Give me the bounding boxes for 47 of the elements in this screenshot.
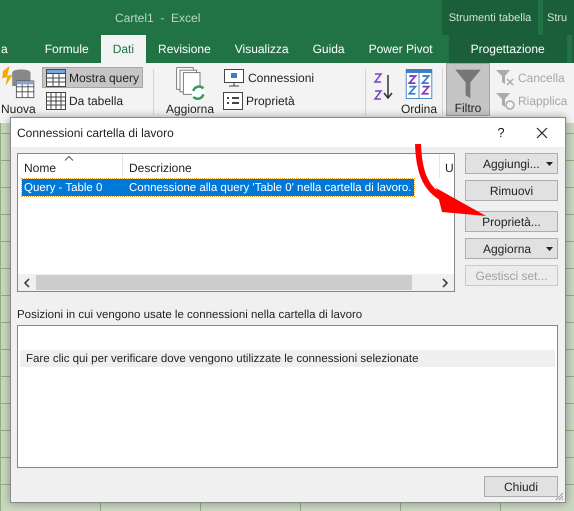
window-title: Cartel1 - Excel [115,10,200,24]
section-label: Posizioni in cui vengono usate le connessioni nella cartella di lavoro [17,309,364,323]
connection-row[interactable]: Query - Table 0 Connessione alla query 'Table 0' nella cartella di lavoro. [22,179,414,196]
from-table-button[interactable]: Da tabella [42,90,144,111]
properties-button[interactable]: Proprietà [219,90,318,111]
ribbon-tab[interactable]: Dati [100,35,146,63]
context-title: Strumenti tabella [448,12,532,24]
dropdown-caret-icon [546,162,553,166]
pages-refresh-icon [173,66,207,101]
sort-caret-icon [64,155,74,161]
connections-button[interactable]: Connessioni [219,67,318,88]
funnel-cross-icon [495,68,515,86]
dialog-title: Connessioni cartella di lavoro [17,126,175,140]
close-icon [536,126,548,138]
close-dialog-button[interactable]: Chiudi [484,476,558,497]
scroll-thumb[interactable] [36,275,412,290]
resize-grip-icon [554,491,564,501]
filter-button[interactable]: Filtro [446,63,490,116]
dialog-button[interactable]: Aggiorna [465,238,558,259]
help-button[interactable]: ? [492,125,510,140]
monitor-icon [223,68,245,86]
show-queries-button[interactable]: Mostra query [42,67,144,88]
ribbon-tab[interactable]: a [0,35,33,63]
window-icon [46,68,66,86]
funnel-refresh-icon [495,92,515,110]
scroll-right-icon [441,278,449,288]
table-icon [46,92,66,110]
ribbon-tab[interactable]: Revisione [146,35,223,63]
new-query-button[interactable]: Nuova [0,63,42,116]
dialog-button[interactable]: Aggiungi... [465,153,558,174]
list-icon [223,92,243,110]
context-title: Stru [547,12,568,24]
refresh-button[interactable]: Aggiorna [161,63,219,116]
horizontal-scrollbar[interactable] [18,274,454,291]
usage-hint-row[interactable]: Fare clic qui per verificare dove vengono utilizzate le connessioni selezionate [20,350,555,367]
ribbon-tab[interactable]: Formule [32,35,101,63]
dialog-button[interactable]: Rimuovi [465,180,558,201]
column-header[interactable]: U [440,154,454,178]
dialog-button[interactable]: Proprietà... [465,211,558,232]
scroll-left-icon [23,278,31,288]
ribbon-tab[interactable]: Visualizza [222,35,301,63]
sort-button[interactable]: Ordina [398,69,439,116]
sort-grid-icon [404,69,434,99]
ribbon-tab[interactable]: Progettazione [448,35,567,63]
dropdown-caret-icon [546,247,553,251]
ribbon-tab[interactable]: Guida [300,35,357,63]
ribbon-tab[interactable]: Power Pivot [356,35,445,63]
